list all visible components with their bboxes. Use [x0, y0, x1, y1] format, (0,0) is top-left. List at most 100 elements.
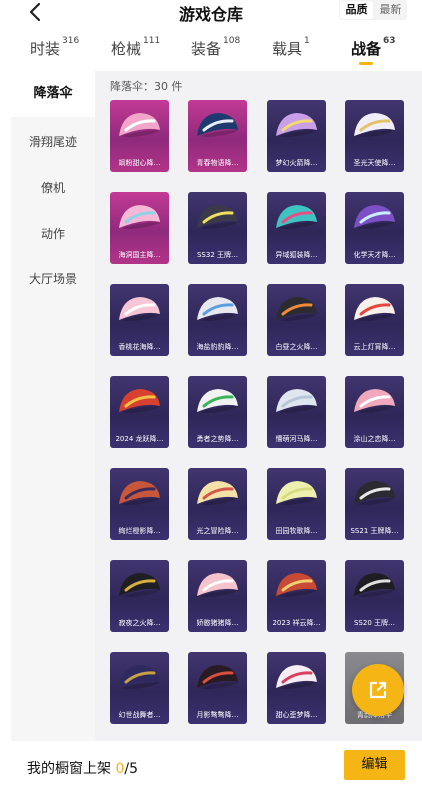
tab-label: 载具: [272, 40, 303, 58]
sidebar-item-lobby-scene[interactable]: 大厅场景: [11, 270, 95, 287]
share-icon: [369, 681, 387, 699]
parachute-icon: [197, 573, 238, 597]
tab-label: 战备: [351, 40, 382, 58]
parachute-item[interactable]: 2023 祥云降…: [267, 560, 326, 632]
parachute-icon: [119, 573, 160, 597]
parachute-item-label: 化学天才降…: [353, 251, 396, 259]
parachute-icon: [354, 481, 395, 505]
parachute-item[interactable]: 梦幻火箭降…: [267, 100, 326, 172]
sort-option-latest[interactable]: 最新: [374, 0, 407, 20]
parachute-item[interactable]: 田园牧歌降…: [267, 468, 326, 540]
parachute-icon: [119, 481, 160, 505]
parachute-item[interactable]: SS21 王牌降…: [345, 468, 404, 540]
sidebar: 降落伞 滑翔尾迹 僚机 动作 大厅场景: [11, 71, 95, 741]
parachute-item-label: 海洞国主降…: [118, 251, 161, 259]
parachute-item-label: 青春物语降…: [196, 159, 239, 167]
tab-count: 63: [383, 36, 396, 46]
tab-vehicles[interactable]: 载具 1: [272, 36, 310, 59]
parachute-item[interactable]: SS20 王牌…: [345, 560, 404, 632]
parachute-item-label: 海盐豹豹降…: [196, 343, 239, 351]
showcase-status: 我的橱窗上架 0/5: [27, 758, 138, 778]
parachute-icon: [197, 205, 238, 229]
parachute-icon: [354, 389, 395, 413]
parachute-item[interactable]: 白昼之火降…: [267, 284, 326, 356]
top-bar: 游戏仓库 品质 最新: [0, 0, 422, 30]
parachute-item-label: 2024 龙跃降…: [115, 435, 164, 443]
parachute-item-label: 懵萌河马降…: [275, 435, 318, 443]
parachute-item[interactable]: 化学天才降…: [345, 192, 404, 264]
parachute-item[interactable]: 甜心歪梦降…: [267, 652, 326, 724]
parachute-icon: [197, 113, 238, 137]
tab-equipment[interactable]: 装备 108: [191, 36, 240, 59]
parachute-item[interactable]: 懵萌河马降…: [267, 376, 326, 448]
parachute-icon: [276, 389, 317, 413]
parachute-item-label: 异域狐装降…: [275, 251, 318, 259]
parachute-icon: [276, 205, 317, 229]
parachute-item[interactable]: 娇憨猪猪降…: [188, 560, 247, 632]
parachute-item[interactable]: 2024 龙跃降…: [110, 376, 169, 448]
parachute-item-label: 圣光天使降…: [353, 159, 396, 167]
parachute-item-label: SS20 王牌…: [353, 619, 396, 627]
tab-firearms[interactable]: 枪械 111: [111, 36, 161, 59]
parachute-icon: [197, 481, 238, 505]
parachute-item-label: 香桃花海降…: [118, 343, 161, 351]
tab-count: 111: [143, 36, 161, 46]
parachute-icon: [276, 481, 317, 505]
parachute-item[interactable]: 勇者之势降…: [188, 376, 247, 448]
parachute-item[interactable]: 圣光天使降…: [345, 100, 404, 172]
bottom-bar: 我的橱窗上架 0/5 编辑: [0, 741, 422, 791]
parachute-item[interactable]: 飒粉甜心降…: [110, 100, 169, 172]
parachute-icon: [276, 573, 317, 597]
parachute-icon: [276, 297, 317, 321]
parachute-icon: [354, 205, 395, 229]
parachute-icon: [276, 113, 317, 137]
parachute-item-label: 甜心歪梦降…: [275, 711, 318, 719]
parachute-icon: [119, 665, 160, 689]
parachute-item[interactable]: SS32 王牌…: [188, 192, 247, 264]
tab-battle-prep[interactable]: 战备 63: [351, 36, 396, 59]
parachute-item[interactable]: 幻世战舞者…: [110, 652, 169, 724]
parachute-icon: [354, 113, 395, 137]
parachute-item-label: 娇憨猪猪降…: [196, 619, 239, 627]
sort-toggle: 品质 最新: [339, 0, 407, 20]
parachute-item[interactable]: 海盐豹豹降…: [188, 284, 247, 356]
parachute-item-label: 光之冒险降…: [196, 527, 239, 535]
showcase-total: /5: [124, 761, 138, 777]
parachute-item[interactable]: 绚烂橙影降…: [110, 468, 169, 540]
parachute-item-label: 白昼之火降…: [275, 343, 318, 351]
sidebar-item-parachute[interactable]: 降落伞: [11, 71, 95, 117]
parachute-item-label: SS32 王牌…: [196, 251, 239, 259]
sidebar-item-glide-trail[interactable]: 滑翔尾迹: [11, 133, 95, 150]
parachute-item-label: 勇者之势降…: [196, 435, 239, 443]
parachute-item[interactable]: 月影骜骜降…: [188, 652, 247, 724]
edit-button[interactable]: 编辑: [344, 750, 405, 780]
active-tab-indicator: [359, 62, 373, 65]
parachute-icon: [197, 297, 238, 321]
tab-fashion[interactable]: 时装 316: [30, 36, 79, 59]
sidebar-item-wingman[interactable]: 僚机: [11, 179, 95, 196]
tab-label: 装备: [191, 40, 222, 58]
sidebar-item-emote[interactable]: 动作: [11, 225, 95, 242]
parachute-icon: [354, 297, 395, 321]
parachute-item-label: 寂夜之火降…: [118, 619, 161, 627]
parachute-item[interactable]: 寂夜之火降…: [110, 560, 169, 632]
sort-option-quality[interactable]: 品质: [340, 1, 373, 19]
parachute-icon: [197, 389, 238, 413]
share-button[interactable]: [352, 664, 404, 716]
parachute-item-label: 云上灯宵降…: [353, 343, 396, 351]
parachute-icon: [119, 205, 160, 229]
parachute-icon: [119, 113, 160, 137]
parachute-item[interactable]: 异域狐装降…: [267, 192, 326, 264]
parachute-item[interactable]: 香桃花海降…: [110, 284, 169, 356]
parachute-item[interactable]: 云上灯宵降…: [345, 284, 404, 356]
tab-label: 枪械: [111, 40, 142, 58]
parachute-item-label: 飒粉甜心降…: [118, 159, 161, 167]
parachute-item[interactable]: 青春物语降…: [188, 100, 247, 172]
parachute-icon: [276, 665, 317, 689]
parachute-item[interactable]: 海洞国主降…: [110, 192, 169, 264]
parachute-item-label: 涂山之恋降…: [353, 435, 396, 443]
parachute-item-label: 绚烂橙影降…: [118, 527, 161, 535]
parachute-item[interactable]: 光之冒险降…: [188, 468, 247, 540]
parachute-icon: [119, 389, 160, 413]
parachute-item[interactable]: 涂山之恋降…: [345, 376, 404, 448]
